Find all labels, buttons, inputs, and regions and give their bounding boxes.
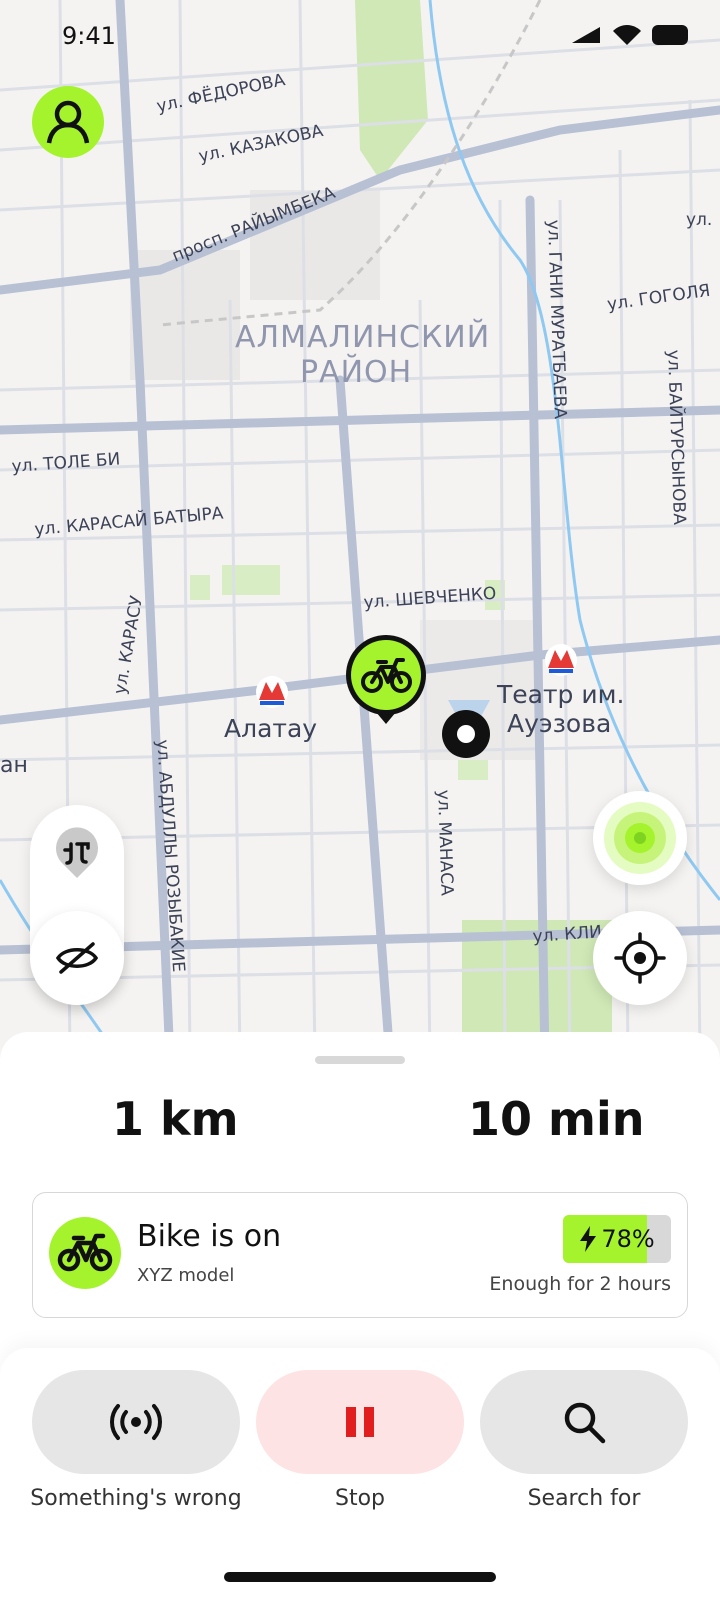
battery-range: Enough for 2 hours (489, 1273, 671, 1295)
radar-button[interactable] (593, 791, 687, 885)
profile-button[interactable] (32, 86, 104, 158)
eye-off-icon (55, 942, 99, 974)
metro-icon (545, 644, 577, 676)
map-view[interactable]: АЛМАЛИНСКИЙ РАЙОН ул. ФЁДОРОВА ул. КАЗАК… (0, 0, 720, 1060)
stop-button[interactable] (256, 1370, 464, 1474)
signal-icon (110, 1404, 162, 1440)
something-wrong-label: Something's wrong (30, 1486, 242, 1511)
search-label: Search for (527, 1486, 641, 1511)
district-label: АЛМАЛИНСКИЙ (235, 319, 490, 355)
route-button[interactable] (30, 805, 124, 899)
trip-duration: 10 min (468, 1092, 645, 1146)
status-time: 9:41 (62, 22, 116, 50)
street-label: ул. МАНАСА (433, 789, 457, 896)
battery-percent: 78% (601, 1225, 655, 1253)
battery-icon (652, 25, 688, 45)
wifi-icon (613, 25, 641, 45)
station-label: Театр им. (496, 680, 624, 709)
hide-button[interactable] (30, 911, 124, 1005)
search-icon (564, 1402, 606, 1444)
lightning-icon (580, 1226, 597, 1252)
district-label: РАЙОН (300, 354, 412, 390)
locate-button[interactable] (593, 911, 687, 1005)
search-button[interactable] (480, 1370, 688, 1474)
pause-icon (346, 1407, 374, 1437)
battery-indicator: 78% (563, 1215, 671, 1263)
metro-icon (256, 676, 288, 708)
trip-distance: 1 km (112, 1092, 239, 1146)
station-label: Алатау (224, 714, 317, 743)
crosshair-icon (614, 932, 666, 984)
radar-icon (604, 802, 676, 874)
cellular-icon (572, 27, 600, 43)
sheet-handle[interactable] (315, 1056, 405, 1064)
street-label: ул. (686, 210, 712, 230)
route-icon (56, 827, 98, 878)
bike-model: XYZ model (137, 1265, 235, 1286)
home-indicator (224, 1572, 496, 1582)
bike-status-card[interactable]: Bike is on XYZ model 78% Enough for 2 ho… (32, 1192, 688, 1318)
status-bar: 9:41 (0, 0, 720, 70)
bike-avatar (49, 1217, 121, 1289)
stop-label: Stop (334, 1486, 385, 1511)
person-icon (46, 100, 90, 144)
something-wrong-button[interactable] (32, 1370, 240, 1474)
bike-status: Bike is on (137, 1219, 282, 1254)
street-label: ан (0, 753, 28, 778)
bike-icon (57, 1233, 113, 1272)
station-label: Ауэзова (507, 709, 611, 738)
